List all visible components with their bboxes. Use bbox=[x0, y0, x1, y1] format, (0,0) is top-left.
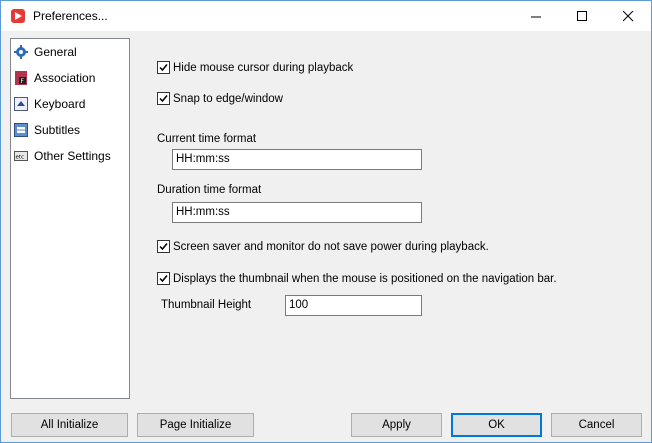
snap-label: Snap to edge/window bbox=[173, 92, 283, 105]
maximize-button[interactable] bbox=[559, 1, 605, 31]
checkmark-icon bbox=[159, 95, 168, 103]
app-logo-icon bbox=[10, 8, 26, 24]
window-title: Preferences... bbox=[33, 9, 108, 23]
checkbox-box[interactable] bbox=[157, 272, 170, 285]
apply-button[interactable]: Apply bbox=[351, 413, 442, 437]
screensaver-label: Screen saver and monitor do not save pow… bbox=[173, 240, 489, 253]
duration-time-format-label: Duration time format bbox=[157, 184, 262, 196]
sidebar-item-label: Subtitles bbox=[34, 123, 81, 137]
sidebar-item-other-settings[interactable]: etc Other Settings bbox=[14, 146, 111, 166]
hide-cursor-checkbox[interactable]: Hide mouse cursor during playback bbox=[157, 61, 353, 74]
all-initialize-button[interactable]: All Initialize bbox=[11, 413, 128, 437]
checkmark-icon bbox=[159, 275, 168, 283]
checkmark-icon bbox=[159, 64, 168, 72]
svg-text:etc: etc bbox=[16, 155, 25, 161]
maximize-icon bbox=[576, 10, 587, 21]
thumbnail-height-input[interactable]: 100 bbox=[285, 295, 422, 316]
etc-icon: etc bbox=[14, 149, 28, 163]
current-time-format-input[interactable]: HH:mm:ss bbox=[172, 149, 422, 170]
close-button[interactable] bbox=[605, 1, 651, 31]
thumbnail-height-label: Thumbnail Height bbox=[161, 299, 252, 311]
svg-text:F: F bbox=[21, 78, 25, 85]
checkbox-box[interactable] bbox=[157, 61, 170, 74]
page-initialize-button[interactable]: Page Initialize bbox=[137, 413, 254, 437]
thumbnail-checkbox[interactable]: Displays the thumbnail when the mouse is… bbox=[157, 272, 557, 285]
settings-category-list: General F Association Keyboard Subtitles… bbox=[10, 38, 130, 399]
keyboard-icon bbox=[14, 97, 28, 111]
thumbnail-label: Displays the thumbnail when the mouse is… bbox=[173, 272, 557, 285]
minimize-button[interactable] bbox=[513, 1, 559, 31]
close-icon bbox=[622, 10, 633, 21]
title-bar: Preferences... bbox=[1, 1, 651, 31]
gear-icon bbox=[14, 45, 28, 59]
sidebar-item-label: Association bbox=[34, 71, 96, 85]
ok-button[interactable]: OK bbox=[451, 413, 542, 437]
file-association-icon: F bbox=[14, 71, 28, 85]
snap-checkbox[interactable]: Snap to edge/window bbox=[157, 92, 283, 105]
cancel-button[interactable]: Cancel bbox=[551, 413, 642, 437]
checkmark-icon bbox=[159, 243, 168, 251]
sidebar-item-keyboard[interactable]: Keyboard bbox=[14, 94, 85, 114]
sidebar-item-association[interactable]: F Association bbox=[14, 68, 95, 88]
subtitles-icon bbox=[14, 123, 28, 137]
sidebar-item-subtitles[interactable]: Subtitles bbox=[14, 120, 80, 140]
checkbox-box[interactable] bbox=[157, 240, 170, 253]
current-time-format-label: Current time format bbox=[157, 133, 257, 145]
screensaver-checkbox[interactable]: Screen saver and monitor do not save pow… bbox=[157, 240, 489, 253]
hide-cursor-label: Hide mouse cursor during playback bbox=[173, 61, 354, 74]
minimize-icon bbox=[530, 16, 541, 17]
sidebar-item-label: Keyboard bbox=[34, 97, 86, 111]
sidebar-item-label: General bbox=[34, 45, 77, 59]
duration-time-format-input[interactable]: HH:mm:ss bbox=[172, 202, 422, 223]
sidebar-item-general[interactable]: General bbox=[14, 42, 77, 62]
preferences-window: Preferences... General F Association Key… bbox=[0, 0, 652, 443]
checkbox-box[interactable] bbox=[157, 92, 170, 105]
sidebar-item-label: Other Settings bbox=[34, 149, 111, 163]
